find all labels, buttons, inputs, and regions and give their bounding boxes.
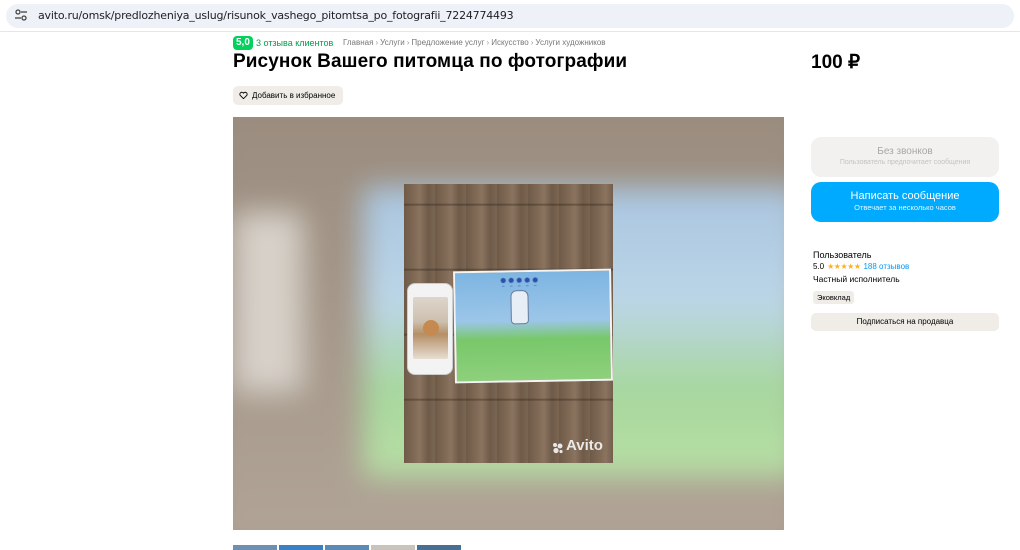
avito-logo-icon — [553, 443, 563, 454]
thumbnail[interactable] — [233, 545, 277, 550]
subscribe-to-seller-button[interactable]: Подписаться на продавца — [811, 313, 999, 331]
breadcrumb-separator: › — [375, 38, 379, 47]
breadcrumb-services[interactable]: Услуги — [380, 38, 405, 47]
star-rating-icon: ★★★★★ — [827, 262, 861, 271]
rating-badge: 5,0 — [233, 36, 253, 50]
no-calls-subtitle: Пользователь предпочитает сообщения — [839, 159, 971, 166]
pet-drawing — [453, 268, 613, 384]
phone-in-photo — [407, 283, 453, 375]
thumbnail[interactable] — [371, 545, 415, 550]
add-to-favorites-button[interactable]: Добавить в избранное — [233, 86, 344, 105]
site-settings-icon[interactable] — [14, 8, 28, 22]
seller-rating-value: 5.0 — [813, 262, 825, 271]
breadcrumb-service-offers[interactable]: Предложение услуг — [411, 38, 484, 47]
breadcrumb-separator: › — [530, 38, 534, 47]
thumbnail[interactable] — [417, 545, 461, 550]
seller-reviews-link[interactable]: 188 отзывов — [863, 262, 909, 271]
seller-kind: Частный исполнитель — [813, 274, 900, 284]
url-text[interactable]: avito.ru/omsk/predlozheniya_uslug/risuno… — [38, 9, 514, 22]
add-to-favorites-label: Добавить в избранное — [252, 91, 336, 100]
seller-name[interactable]: Пользователь — [813, 250, 871, 260]
page-title: Рисунок Вашего питомца по фотографии — [233, 51, 628, 72]
breadcrumb-separator: › — [406, 38, 410, 47]
write-message-button[interactable]: Написать сообщение Отвечает за несколько… — [811, 182, 999, 222]
thumbnail[interactable] — [279, 545, 323, 550]
avito-watermark: Avito — [566, 437, 603, 454]
breadcrumb-artist-services[interactable]: Услуги художников — [535, 38, 605, 47]
write-message-title: Написать сообщение — [850, 190, 960, 202]
price: 100 ₽ — [811, 52, 861, 73]
no-calls-button[interactable]: Без звонков Пользователь предпочитает со… — [811, 137, 999, 177]
breadcrumb: Главная › Услуги › Предложение услуг › Искусст… — [343, 38, 606, 48]
photo-image: Avito — [404, 184, 613, 463]
browser-address-bar: avito.ru/omsk/predlozheniya_uslug/risuno… — [0, 0, 1020, 32]
breadcrumb-separator: › — [486, 38, 490, 47]
breadcrumb-home[interactable]: Главная — [343, 38, 373, 47]
eco-badge[interactable]: Эковклад — [813, 291, 855, 304]
breadcrumb-art[interactable]: Искусство — [491, 38, 529, 47]
no-calls-title: Без звонков — [877, 146, 933, 157]
thumbnail[interactable] — [325, 545, 369, 550]
write-message-subtitle: Отвечает за несколько часов — [854, 203, 956, 212]
seller-rating: 5.0 ★★★★★ 188 отзывов — [813, 262, 909, 271]
thumbnail-strip — [233, 545, 461, 550]
main-photo[interactable]: Avito — [233, 117, 784, 530]
heart-icon — [239, 91, 248, 100]
client-reviews-link[interactable]: 3 отзыва клиентов — [256, 37, 333, 49]
